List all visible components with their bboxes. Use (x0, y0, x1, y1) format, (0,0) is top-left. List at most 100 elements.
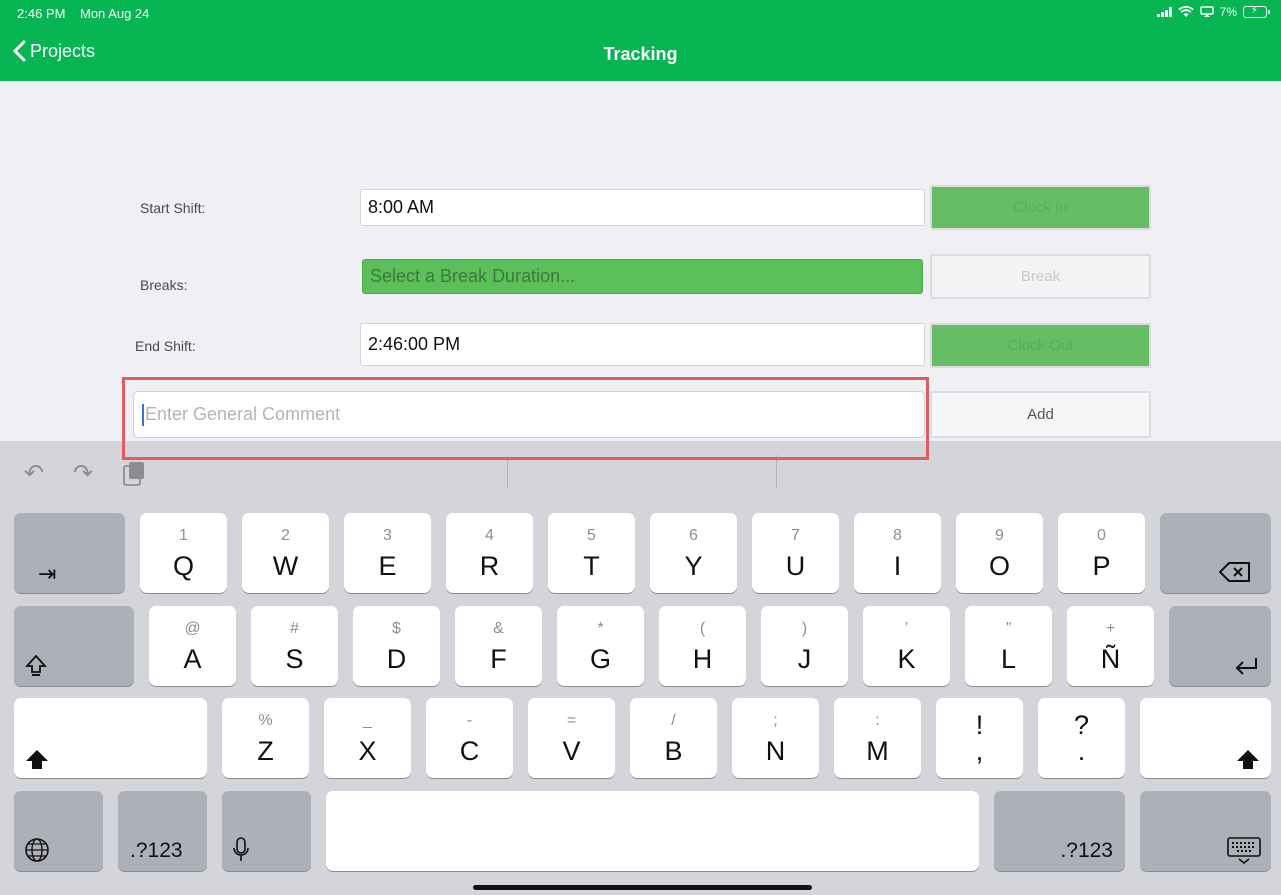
key-secondary-label: , (975, 736, 984, 766)
undo-icon[interactable]: ↶ (24, 459, 44, 488)
navigation-bar: 2:46 PM Mon Aug 24 7% ⚡ Projects Trackin… (0, 0, 1281, 81)
tab-key[interactable]: ⇥ (14, 513, 125, 593)
key-secondary-label: = (566, 712, 577, 729)
end-shift-field[interactable]: 2:46:00 PM (360, 323, 925, 366)
key-secondary-label: : (875, 712, 880, 729)
page-title: Tracking (603, 44, 678, 64)
hide-keyboard-key[interactable] (1140, 791, 1271, 871)
key-secondary-label: * (597, 620, 604, 637)
key-a[interactable]: @ A (149, 606, 236, 686)
break-duration-select[interactable]: Select a Break Duration... (362, 259, 923, 294)
dictation-key[interactable] (222, 791, 311, 871)
paste-icon[interactable] (122, 461, 146, 487)
key-punctuation[interactable]: !, (936, 698, 1023, 778)
return-icon (1235, 658, 1257, 675)
clock-in-button[interactable]: Clock In (930, 185, 1151, 230)
divider (776, 455, 777, 488)
key-x[interactable]: _ X (324, 698, 411, 778)
key-label: C (459, 736, 480, 766)
key-secondary-label: + (1105, 620, 1116, 637)
key-s[interactable]: # S (251, 606, 338, 686)
key-label: T (583, 551, 600, 581)
key-label: Q (172, 551, 194, 581)
key-q[interactable]: 1Q (140, 513, 227, 593)
key-e[interactable]: 3E (344, 513, 431, 593)
key-z[interactable]: % Z (222, 698, 309, 778)
status-time: 2:46 PM (17, 6, 66, 21)
key-label: ! (975, 710, 984, 740)
key-g[interactable]: * G (557, 606, 644, 686)
home-indicator (473, 885, 812, 890)
key-o[interactable]: 9O (956, 513, 1043, 593)
break-button[interactable]: Break (930, 254, 1151, 299)
key-secondary-label: ) (801, 620, 808, 637)
wifi-icon (1178, 6, 1194, 17)
key-label: H (692, 644, 713, 674)
numbers-key-left[interactable]: .?123 (118, 791, 207, 871)
globe-key[interactable] (14, 791, 103, 871)
key-y[interactable]: 6Y (650, 513, 737, 593)
key-t[interactable]: 5T (548, 513, 635, 593)
key-label: X (358, 736, 377, 766)
key-u[interactable]: 7U (752, 513, 839, 593)
key-c[interactable]: -C (426, 698, 513, 778)
clock-out-button[interactable]: Clock Out (930, 323, 1151, 368)
key-label: W (272, 551, 299, 581)
key-label: U (785, 551, 806, 581)
key-label: N (765, 736, 786, 766)
key-secondary-label: 9 (995, 527, 1004, 544)
key-b[interactable]: / B (630, 698, 717, 778)
key-r[interactable]: 4R (446, 513, 533, 593)
redo-icon[interactable]: ↷ (73, 459, 93, 488)
key-w[interactable]: 2W (242, 513, 329, 593)
shift-lock-key[interactable] (14, 606, 134, 686)
key-secondary-label: - (466, 712, 473, 729)
text-caret (142, 403, 144, 426)
space-bar[interactable] (326, 791, 979, 871)
key-j[interactable]: ) J (761, 606, 848, 686)
key-secondary-label: 4 (485, 527, 494, 544)
key-secondary-label: & (493, 620, 504, 637)
general-comment-input[interactable]: Enter General Comment (133, 391, 925, 438)
shift-filled-icon (26, 750, 48, 769)
shift-left-key[interactable] (14, 698, 207, 778)
key-n[interactable]: ; N (732, 698, 819, 778)
key-i[interactable]: 8I (854, 513, 941, 593)
key-m[interactable]: :M (834, 698, 921, 778)
key-secondary-label: 2 (281, 527, 290, 544)
key-secondary-label: $ (392, 620, 401, 637)
key-l[interactable]: ” L (965, 606, 1052, 686)
globe-icon (25, 838, 49, 862)
key-ñ[interactable]: + Ñ (1067, 606, 1154, 686)
key-label: Y (684, 551, 703, 581)
backspace-icon (1219, 562, 1250, 582)
key-p[interactable]: 0P (1058, 513, 1145, 593)
shift-right-key[interactable] (1140, 698, 1271, 778)
key-secondary-label: 6 (689, 527, 698, 544)
key-d[interactable]: $ D (353, 606, 440, 686)
key-f[interactable]: & F (455, 606, 542, 686)
key-secondary-label: ” (1005, 620, 1012, 637)
start-shift-field[interactable]: 8:00 AM (360, 189, 925, 226)
key-label: Ñ (1100, 644, 1121, 674)
end-shift-label: End Shift: (135, 338, 196, 354)
shift-filled-icon (1237, 750, 1259, 769)
return-key[interactable] (1169, 606, 1271, 686)
key-k[interactable]: ’ K (863, 606, 950, 686)
key-secondary-label: 8 (893, 527, 902, 544)
add-comment-button[interactable]: Add (930, 391, 1151, 438)
battery-icon: ⚡ (1243, 5, 1270, 18)
key-label: M (866, 736, 889, 766)
key-v[interactable]: = V (528, 698, 615, 778)
key-label: F (490, 644, 507, 674)
key-h[interactable]: (H (659, 606, 746, 686)
numbers-key-right[interactable]: .?123 (994, 791, 1125, 871)
key-secondary-label: ’ (904, 620, 909, 637)
battery-percent: 7% (1219, 5, 1237, 19)
key-punctuation[interactable]: ?. (1038, 698, 1125, 778)
key-label: I (893, 551, 902, 581)
delete-key[interactable] (1160, 513, 1271, 593)
key-label: B (664, 736, 683, 766)
key-secondary-label: . (1077, 736, 1086, 766)
key-label: D (386, 644, 407, 674)
